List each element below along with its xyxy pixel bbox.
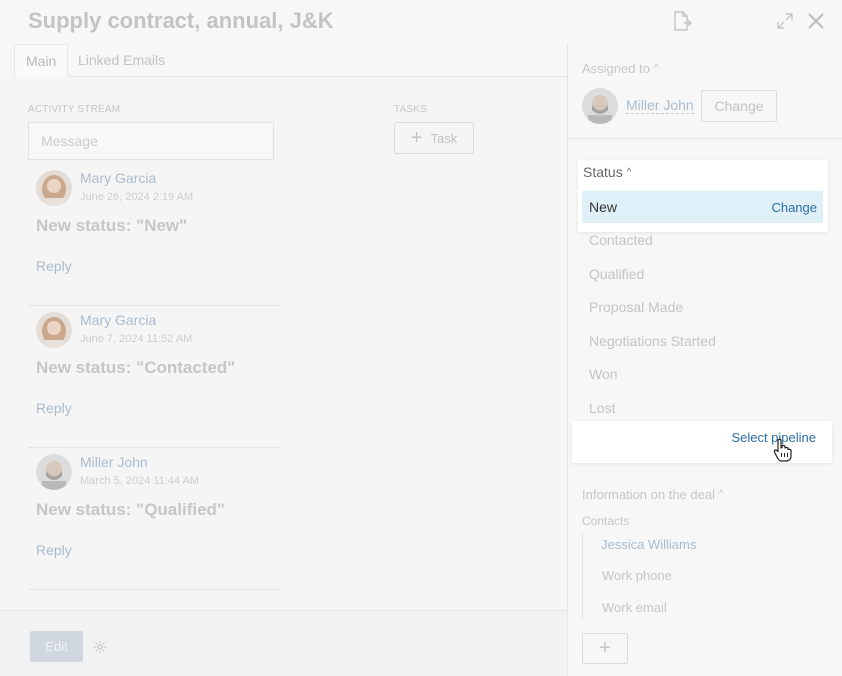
reply-link[interactable]: Reply <box>36 400 72 416</box>
chevron-up-icon: ^ <box>626 167 632 178</box>
work-email-field: Work email <box>602 600 667 615</box>
tab-linked-emails[interactable]: Linked Emails <box>67 44 176 77</box>
tasks-caption: TASKS <box>394 104 428 115</box>
edit-button[interactable]: Edit <box>30 631 83 662</box>
status-option-proposal-made[interactable]: Proposal Made <box>589 299 683 315</box>
change-assignee-button[interactable]: Change <box>701 90 777 122</box>
status-option-negotiations-started[interactable]: Negotiations Started <box>589 333 716 349</box>
entry-text: New status: "New" <box>36 216 188 235</box>
entry-text: New status: "Contacted" <box>36 358 236 377</box>
expand-icon[interactable] <box>776 12 794 30</box>
task-button-label: Task <box>430 130 458 146</box>
pipeline-box: Select pipeline <box>572 421 832 463</box>
assigned-label[interactable]: Assigned to ^ <box>582 61 659 76</box>
status-label-text: Status <box>583 164 623 180</box>
activity-entry: Mary Garcia June 26, 2024 2:19 AM New st… <box>28 164 280 306</box>
status-dropdown: Status ^ New Change <box>578 160 828 232</box>
status-option-won[interactable]: Won <box>589 366 618 382</box>
reply-link[interactable]: Reply <box>36 258 72 274</box>
tab-main[interactable]: Main <box>14 44 69 77</box>
hand-cursor-icon <box>773 438 792 462</box>
status-option-contacted[interactable]: Contacted <box>589 232 653 248</box>
status-option-qualified[interactable]: Qualified <box>589 266 644 282</box>
page-title: Supply contract, annual, J&K <box>28 8 334 33</box>
assignee-name[interactable]: Miller John <box>626 97 694 114</box>
reply-link[interactable]: Reply <box>36 542 72 558</box>
avatar[interactable] <box>36 170 72 206</box>
entry-author[interactable]: Mary Garcia <box>80 312 156 328</box>
tab-bar: Main Linked Emails <box>14 44 568 77</box>
contact-name[interactable]: Jessica Williams <box>601 537 696 552</box>
avatar[interactable] <box>582 88 618 124</box>
status-label[interactable]: Status ^ <box>583 164 631 180</box>
activity-entry: Miller John March 5, 2024 11:44 AM New s… <box>28 448 280 590</box>
activity-entry: Mary Garcia June 7, 2024 11:52 AM New st… <box>28 306 280 448</box>
activity-stream-caption: ACTIVITY STREAM <box>28 104 121 115</box>
status-option-lost[interactable]: Lost <box>589 400 615 416</box>
plus-icon: + <box>599 637 611 659</box>
entry-date: June 26, 2024 2:19 AM <box>80 191 194 203</box>
contacts-divider <box>582 533 583 619</box>
add-task-button[interactable]: + Task <box>394 122 474 154</box>
assigned-label-text: Assigned to <box>582 61 650 76</box>
status-current: New <box>589 199 618 215</box>
change-status-link[interactable]: Change <box>771 200 817 215</box>
entry-date: June 7, 2024 11:52 AM <box>80 333 193 345</box>
deal-info-label-text: Information on the deal <box>582 487 715 502</box>
avatar[interactable] <box>36 312 72 348</box>
deal-info-label[interactable]: Information on the deal ^ <box>582 487 724 502</box>
status-current-row[interactable]: New Change <box>582 191 823 223</box>
entry-text: New status: "Qualified" <box>36 500 225 519</box>
work-phone-field: Work phone <box>602 568 672 583</box>
close-icon[interactable] <box>805 10 827 32</box>
gear-icon[interactable] <box>93 640 107 654</box>
footer-bar: Edit <box>0 610 568 676</box>
contacts-label: Contacts <box>582 514 630 528</box>
avatar[interactable] <box>36 454 72 490</box>
plus-icon: + <box>410 127 423 149</box>
chevron-up-icon: ^ <box>653 63 659 74</box>
entry-author[interactable]: Mary Garcia <box>80 170 156 186</box>
entry-date: March 5, 2024 11:44 AM <box>80 475 200 487</box>
add-field-button[interactable]: + <box>582 633 628 664</box>
section-divider <box>568 138 842 139</box>
message-input[interactable]: Message <box>28 122 274 160</box>
chevron-up-icon: ^ <box>718 489 724 500</box>
entry-author[interactable]: Miller John <box>80 454 148 470</box>
export-icon[interactable] <box>671 10 693 32</box>
